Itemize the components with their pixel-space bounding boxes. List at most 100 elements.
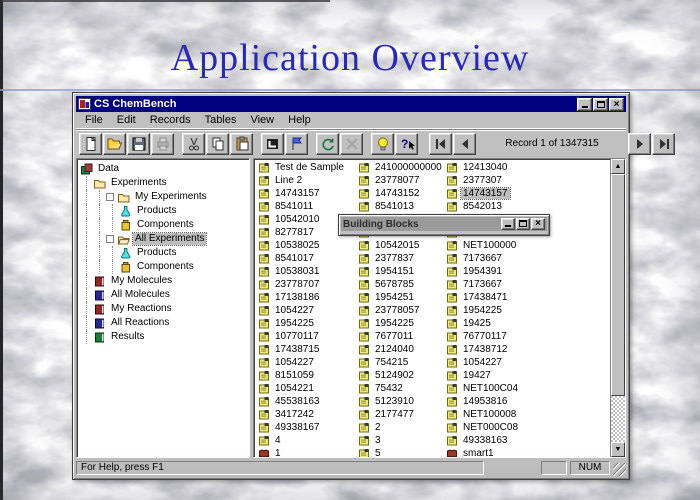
list-item[interactable]: 10538031 <box>258 265 354 278</box>
list-item[interactable]: NET100008 <box>446 408 606 421</box>
list-item[interactable]: 14743152 <box>358 187 444 200</box>
list-item[interactable]: 7677011 <box>358 330 444 343</box>
close-button[interactable]: × <box>609 98 624 111</box>
list-item[interactable]: NET000C08 <box>446 421 606 434</box>
list-item[interactable]: 3 <box>358 434 444 447</box>
list-item[interactable]: 5123910 <box>358 395 444 408</box>
tree-item-data[interactable]: Data <box>80 162 249 176</box>
list-item[interactable]: 23778057 <box>358 304 444 317</box>
form-view-button[interactable] <box>261 133 284 155</box>
list-item[interactable]: 5124902 <box>358 369 444 382</box>
last-record-button[interactable] <box>652 133 675 155</box>
tree-item-my-experiments[interactable]: My Experiments <box>80 190 249 204</box>
maximize-button[interactable] <box>593 98 608 111</box>
list-item[interactable]: 8541013 <box>358 200 444 213</box>
list-item[interactable]: 5 <box>358 447 444 458</box>
menu-item-tables[interactable]: Tables <box>198 113 244 127</box>
tree-item-components[interactable]: Components <box>80 218 249 232</box>
tree-item-components[interactable]: Components <box>80 260 249 274</box>
print-button[interactable] <box>151 133 174 155</box>
list-item[interactable]: 49338163 <box>446 434 606 447</box>
list-item[interactable]: 10538025 <box>258 239 354 252</box>
list-item[interactable]: 12413040 <box>446 161 606 174</box>
copy-button[interactable] <box>206 133 229 155</box>
menu-item-view[interactable]: View <box>243 113 281 127</box>
list-item[interactable]: 8151059 <box>258 369 354 382</box>
list-item[interactable]: 1054221 <box>258 382 354 395</box>
list-item[interactable]: 75432 <box>358 382 444 395</box>
list-item[interactable]: 754215 <box>358 356 444 369</box>
tree-item-all-reactions[interactable]: All Reactions <box>80 316 249 330</box>
resize-grip[interactable] <box>613 463 626 476</box>
list-item[interactable]: 1954251 <box>358 291 444 304</box>
tree-item-results[interactable]: Results <box>80 330 249 344</box>
tree-item-my-reactions[interactable]: My Reactions <box>80 302 249 316</box>
help-pointer-button[interactable]: ? <box>395 133 418 155</box>
window-titlebar[interactable]: CS ChemBench × <box>76 96 626 112</box>
list-item[interactable]: 1954151 <box>358 265 444 278</box>
list-item[interactable]: NET100C04 <box>446 382 606 395</box>
refresh-button[interactable] <box>316 133 339 155</box>
list-item[interactable]: 19427 <box>446 369 606 382</box>
list-item[interactable]: 45538163 <box>258 395 354 408</box>
list-item[interactable]: 19425 <box>446 317 606 330</box>
next-record-button[interactable] <box>628 133 651 155</box>
list-item[interactable]: 17438712 <box>446 343 606 356</box>
tree-item-my-molecules[interactable]: My Molecules <box>80 274 249 288</box>
list-item[interactable]: 1 <box>258 447 354 458</box>
list-item[interactable]: 23778077 <box>358 174 444 187</box>
list-item[interactable]: 14743157 <box>258 187 354 200</box>
scrollbar-track[interactable] <box>611 396 625 442</box>
list-item[interactable]: 76770117 <box>446 330 606 343</box>
menu-item-records[interactable]: Records <box>143 113 198 127</box>
list-item[interactable]: 7173667 <box>446 278 606 291</box>
prev-record-button[interactable] <box>453 133 476 155</box>
bb-minimize-button[interactable] <box>501 218 515 230</box>
tree-item-experiments[interactable]: Experiments <box>80 176 249 190</box>
list-item[interactable]: 17138186 <box>258 291 354 304</box>
delete-button[interactable] <box>340 133 363 155</box>
list-item[interactable]: 1954225 <box>446 304 606 317</box>
list-item[interactable]: 241000000000 <box>358 161 444 174</box>
list-item[interactable]: 1054227 <box>258 356 354 369</box>
list-scrollbar[interactable]: ▲ ▼ <box>610 159 625 457</box>
tree-item-products[interactable]: Products <box>80 204 249 218</box>
flag-button[interactable] <box>285 133 308 155</box>
tree-item-all-molecules[interactable]: All Molecules <box>80 288 249 302</box>
list-item[interactable]: 23778707 <box>258 278 354 291</box>
list-item[interactable]: 2377307 <box>446 174 606 187</box>
list-item[interactable]: Line 2 <box>258 174 354 187</box>
list-item[interactable]: 5678785 <box>358 278 444 291</box>
list-item[interactable]: 2377837 <box>358 252 444 265</box>
list-item[interactable]: 4 <box>258 434 354 447</box>
first-record-button[interactable] <box>429 133 452 155</box>
list-item[interactable]: 1954391 <box>446 265 606 278</box>
list-item[interactable]: 2 <box>358 421 444 434</box>
minimize-button[interactable] <box>577 98 592 111</box>
tree-item-all-experiments[interactable]: All Experiments <box>80 232 249 246</box>
list-item[interactable]: smart1 <box>446 447 606 458</box>
list-item[interactable]: 14743157 <box>446 187 606 200</box>
bb-restore-button[interactable] <box>516 218 530 230</box>
list-item[interactable]: 2124040 <box>358 343 444 356</box>
cut-button[interactable] <box>182 133 205 155</box>
list-item[interactable]: 1054227 <box>446 356 606 369</box>
list-item[interactable]: Test de Sample <box>258 161 354 174</box>
list-item[interactable]: 8541017 <box>258 252 354 265</box>
list-item[interactable]: 8541011 <box>258 200 354 213</box>
scroll-down-button[interactable]: ▼ <box>611 442 625 457</box>
save-button[interactable] <box>127 133 150 155</box>
list-item[interactable]: NET100000 <box>446 239 606 252</box>
list-item[interactable]: 14953816 <box>446 395 606 408</box>
list-item[interactable]: 49338167 <box>258 421 354 434</box>
building-blocks-window[interactable]: Building Blocks × <box>338 214 550 236</box>
scroll-up-button[interactable]: ▲ <box>611 159 625 174</box>
tree-item-products[interactable]: Products <box>80 246 249 260</box>
paste-button[interactable] <box>230 133 253 155</box>
list-item[interactable]: 2177477 <box>358 408 444 421</box>
scrollbar-thumb[interactable] <box>611 174 625 396</box>
tree-expander[interactable] <box>106 235 114 243</box>
list-item[interactable]: 1954225 <box>258 317 354 330</box>
list-item[interactable]: 17438471 <box>446 291 606 304</box>
bb-close-button[interactable]: × <box>531 218 545 230</box>
